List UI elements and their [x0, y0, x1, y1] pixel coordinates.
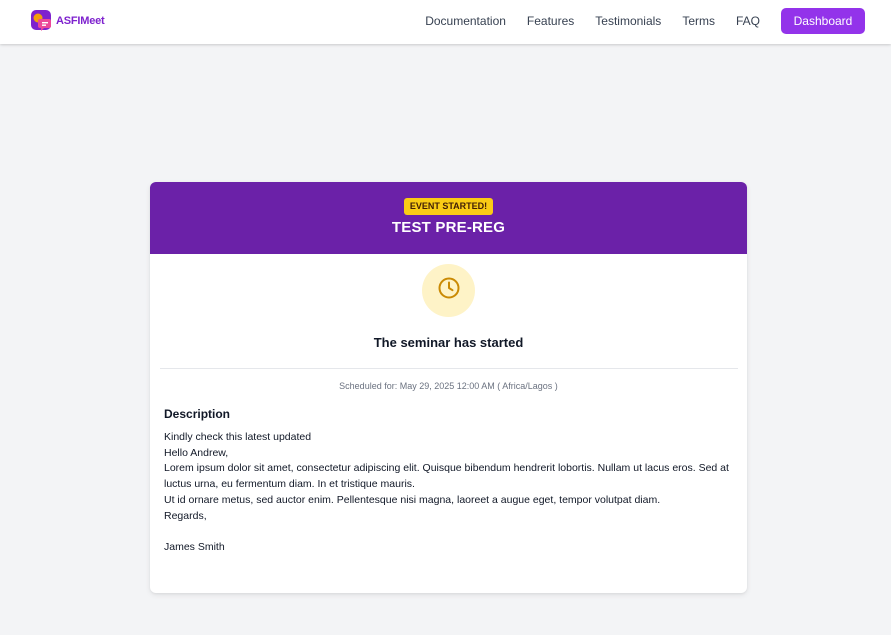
brand-name: ASFIMeet [56, 14, 105, 27]
main-nav: Documentation Features Testimonials Term… [425, 8, 865, 34]
event-status-badge: EVENT STARTED! [403, 198, 494, 215]
clock-icon [437, 276, 461, 305]
description-body: Kindly check this latest updated Hello A… [164, 430, 742, 556]
divider [160, 368, 738, 369]
description-line: Regards, [164, 509, 207, 522]
nav-link-faq[interactable]: FAQ [736, 8, 760, 34]
description-line: Lorem ipsum dolor sit amet, consectetur … [164, 462, 729, 491]
clock-icon-circle [422, 264, 475, 317]
nav-link-features[interactable]: Features [527, 8, 574, 34]
nav-link-documentation[interactable]: Documentation [425, 8, 506, 34]
event-card-header: EVENT STARTED! TEST PRE-REG [150, 182, 747, 254]
description-heading: Description [164, 407, 231, 421]
event-card: EVENT STARTED! TEST PRE-REG The seminar … [150, 182, 747, 593]
event-title: TEST PRE-REG [391, 219, 506, 236]
description-line: Hello Andrew, [164, 446, 229, 459]
dashboard-button[interactable]: Dashboard [781, 8, 865, 34]
nav-link-terms[interactable]: Terms [682, 8, 715, 34]
asfimeet-logo-icon [31, 10, 53, 32]
nav-link-testimonials[interactable]: Testimonials [595, 8, 661, 34]
description-line: Kindly check this latest updated [164, 431, 312, 443]
event-status-text: The seminar has started [373, 335, 524, 350]
description-line: Ut id ornare metus, sed auctor enim. Pel… [164, 493, 661, 506]
brand-logo[interactable]: ASFIMeet [31, 10, 105, 32]
top-navbar: ASFIMeet Documentation Features Testimon… [0, 0, 891, 44]
scheduled-time: Scheduled for: May 29, 2025 12:00 AM ( A… [339, 381, 558, 391]
description-line: James Smith [164, 540, 225, 553]
